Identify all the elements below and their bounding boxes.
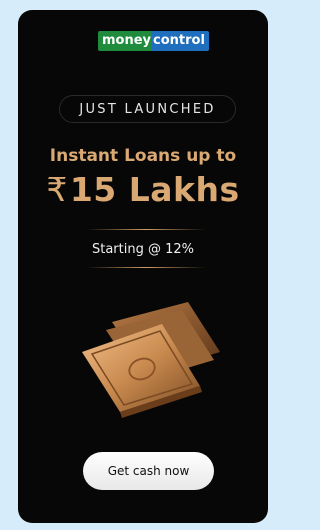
cash-bundle-icon: [82, 302, 220, 418]
ad-card[interactable]: money control JUST LAUNCHED Instant Loan…: [18, 10, 268, 523]
headline: Instant Loans up to: [49, 146, 237, 166]
logo-control-part: control: [152, 31, 209, 51]
moneycontrol-logo: money control: [98, 31, 209, 51]
logo-money-part: money: [98, 31, 153, 51]
just-launched-badge: JUST LAUNCHED: [59, 95, 236, 123]
get-cash-now-button[interactable]: Get cash now: [83, 452, 214, 490]
interest-rate-text: Starting @ 12%: [91, 242, 195, 257]
amount-value: 15 Lakhs: [69, 170, 240, 209]
divider-bottom: [86, 267, 206, 268]
loan-amount: ₹15 Lakhs: [18, 170, 268, 209]
badge-label: JUST LAUNCHED: [79, 101, 216, 117]
rupee-symbol: ₹: [46, 170, 68, 209]
divider-top: [86, 229, 206, 230]
